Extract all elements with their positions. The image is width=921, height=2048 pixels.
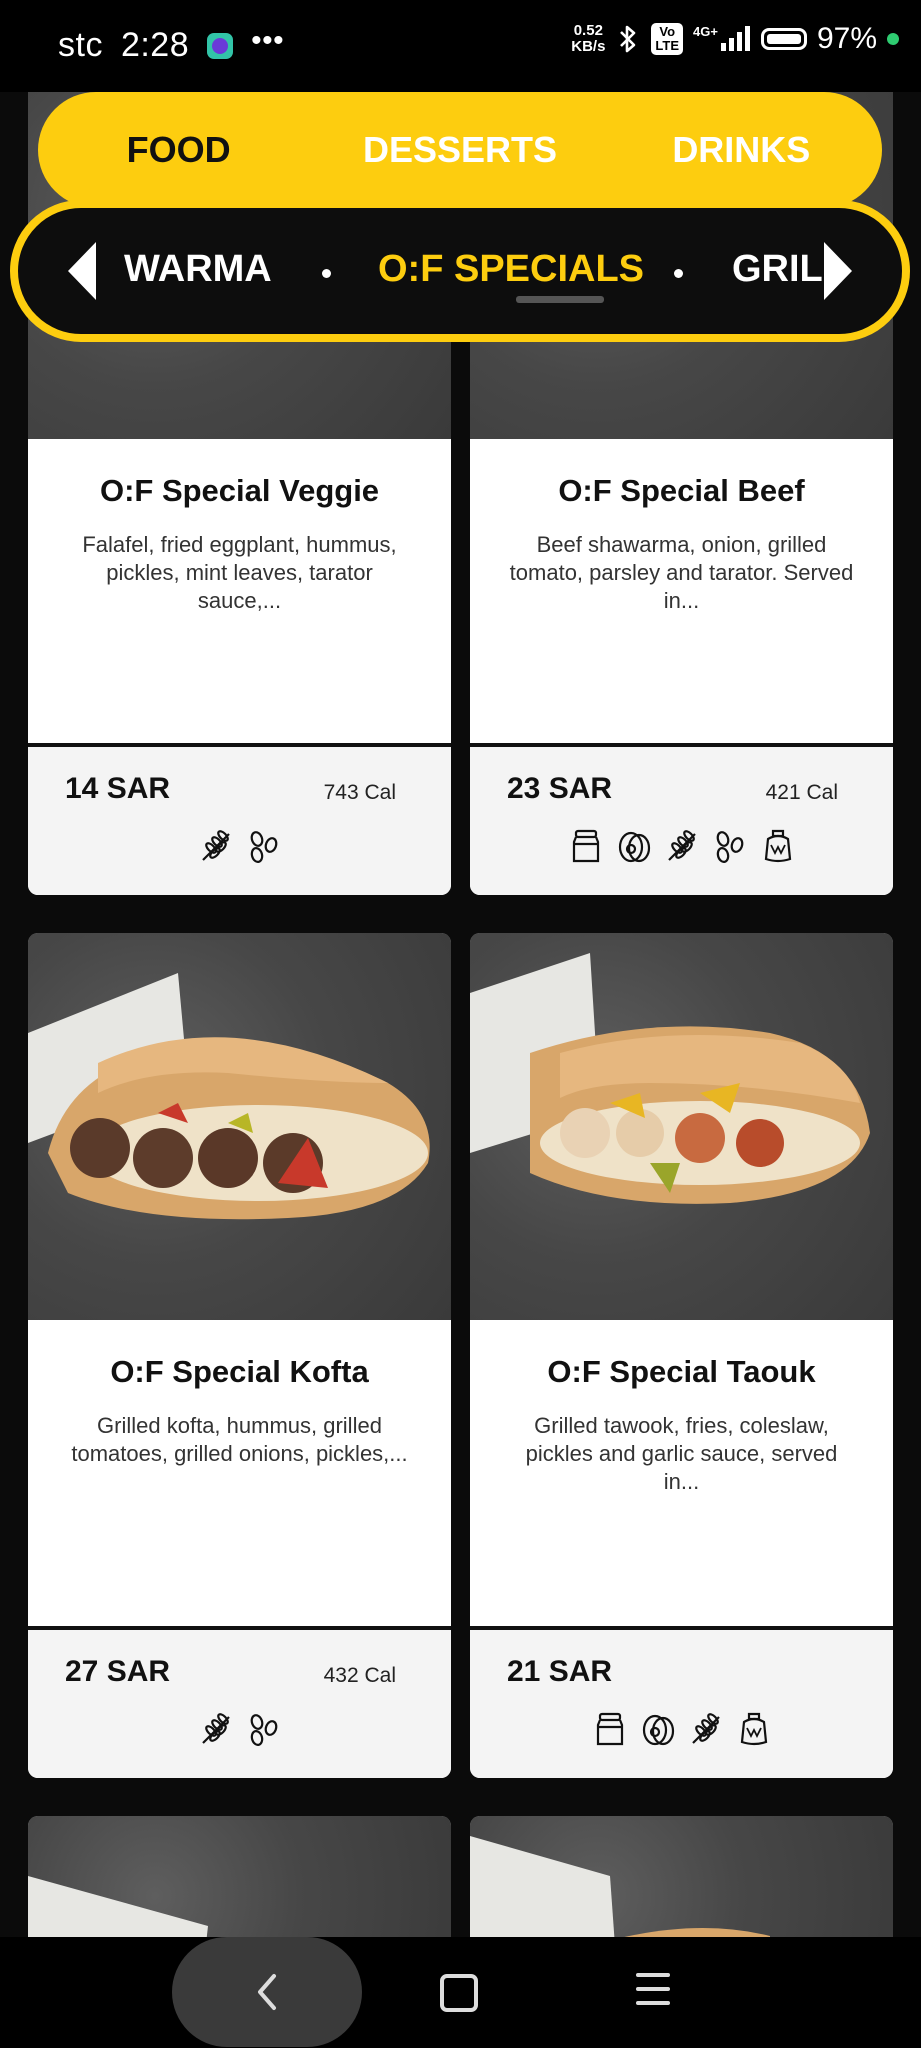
bluetooth-icon <box>620 25 636 53</box>
product-calories: 432 Cal <box>323 1664 396 1687</box>
sandwich-illustration <box>28 973 430 1220</box>
product-description: Falafel, fried eggplant, hummus, pickles… <box>82 532 397 613</box>
tab-desserts[interactable]: DESSERTS <box>319 129 600 171</box>
allergen-icons <box>470 827 893 865</box>
chevron-left-icon <box>258 1974 276 2010</box>
chevron-left-icon[interactable] <box>62 238 102 304</box>
sesame-icon <box>250 1714 277 1746</box>
category-tabs: FOOD DESSERTS DRINKS <box>38 92 882 208</box>
sandwich-illustration <box>470 1836 770 1937</box>
product-title: O:F Special Veggie <box>99 473 380 508</box>
product-price: 21 SAR <box>507 1655 613 1688</box>
product-image <box>470 933 893 1320</box>
product-description: Beef shawarma, onion, grilled tomato, pa… <box>509 532 854 613</box>
product-description: Grilled kofta, hummus, grilled tomatoes,… <box>71 1413 408 1466</box>
app-notification-icon <box>207 32 234 59</box>
sesame-icon <box>716 831 743 863</box>
battery-percent: 97% <box>816 22 877 55</box>
mustard-icon <box>764 829 791 863</box>
clock: 2:28 <box>120 26 190 64</box>
volte-icon: Vo LTE <box>651 23 684 55</box>
egg-icon <box>642 1714 674 1746</box>
allergen-icons <box>470 1710 893 1748</box>
signal-indicator: 4G+ <box>693 25 751 53</box>
product-grid: O:F Special Veggie Falafel, fried eggpla… <box>28 92 893 1937</box>
separator-dot <box>674 269 683 278</box>
product-image <box>470 1816 893 1937</box>
chevron-right-icon[interactable] <box>818 238 858 304</box>
recents-button[interactable] <box>636 1973 670 2015</box>
carrier-label: stc <box>58 26 103 64</box>
battery-icon <box>760 28 807 50</box>
signal-strength-icon <box>720 26 750 51</box>
system-nav-bar <box>0 1937 921 2048</box>
product-card[interactable] <box>470 1816 893 1937</box>
egg-icon <box>618 831 650 863</box>
tab-drinks[interactable]: DRINKS <box>601 129 882 171</box>
product-calories: 421 Cal <box>765 781 838 804</box>
subcategory-bar: WARMA O:F SPECIALS GRIL <box>10 200 910 342</box>
separator-dot <box>322 269 331 278</box>
product-card[interactable]: O:F Special Kofta Grilled kofta, hummus,… <box>28 933 451 1778</box>
product-price: 23 SAR <box>507 772 613 805</box>
sandwich-illustration <box>470 953 870 1204</box>
product-card[interactable]: O:F Special Taouk Grilled tawook, fries,… <box>470 933 893 1778</box>
sesame-icon <box>250 831 277 863</box>
allergen-icons <box>28 827 451 865</box>
subcategory-of-specials[interactable]: O:F SPECIALS <box>378 248 644 291</box>
product-title: O:F Special Beef <box>558 473 805 508</box>
product-image <box>28 1816 451 1937</box>
tab-food[interactable]: FOOD <box>38 129 319 171</box>
home-button[interactable] <box>440 1974 478 2012</box>
status-bar: stc 2:28 ••• 0.52 KB/s Vo LTE 4G+ 97% <box>0 0 921 92</box>
milk-icon <box>596 1712 623 1746</box>
active-indicator <box>516 296 604 303</box>
wheat-icon <box>201 1713 230 1744</box>
subcategory-shawarma[interactable]: WARMA <box>124 248 272 291</box>
wheat-icon <box>201 830 230 861</box>
more-notifications-icon: ••• <box>251 23 285 57</box>
sandwich-illustration <box>28 1876 208 1937</box>
product-title: O:F Special Kofta <box>110 1354 369 1389</box>
milk-icon <box>572 829 599 863</box>
privacy-indicator-icon <box>887 33 899 45</box>
product-card[interactable] <box>28 1816 451 1937</box>
product-calories: 743 Cal <box>323 781 396 804</box>
network-speed: 0.52 KB/s <box>571 22 606 55</box>
product-image <box>28 933 451 1320</box>
wheat-icon <box>667 830 696 861</box>
wheat-icon <box>691 1713 720 1744</box>
allergen-icons <box>28 1710 451 1748</box>
mustard-icon <box>740 1712 767 1746</box>
product-title: O:F Special Taouk <box>547 1354 816 1389</box>
back-button[interactable] <box>172 1937 362 2047</box>
product-description: Grilled tawook, fries, coleslaw, pickles… <box>525 1413 838 1494</box>
subcategory-grill[interactable]: GRIL <box>732 248 823 291</box>
product-price: 14 SAR <box>65 772 171 805</box>
product-price: 27 SAR <box>65 1655 171 1688</box>
